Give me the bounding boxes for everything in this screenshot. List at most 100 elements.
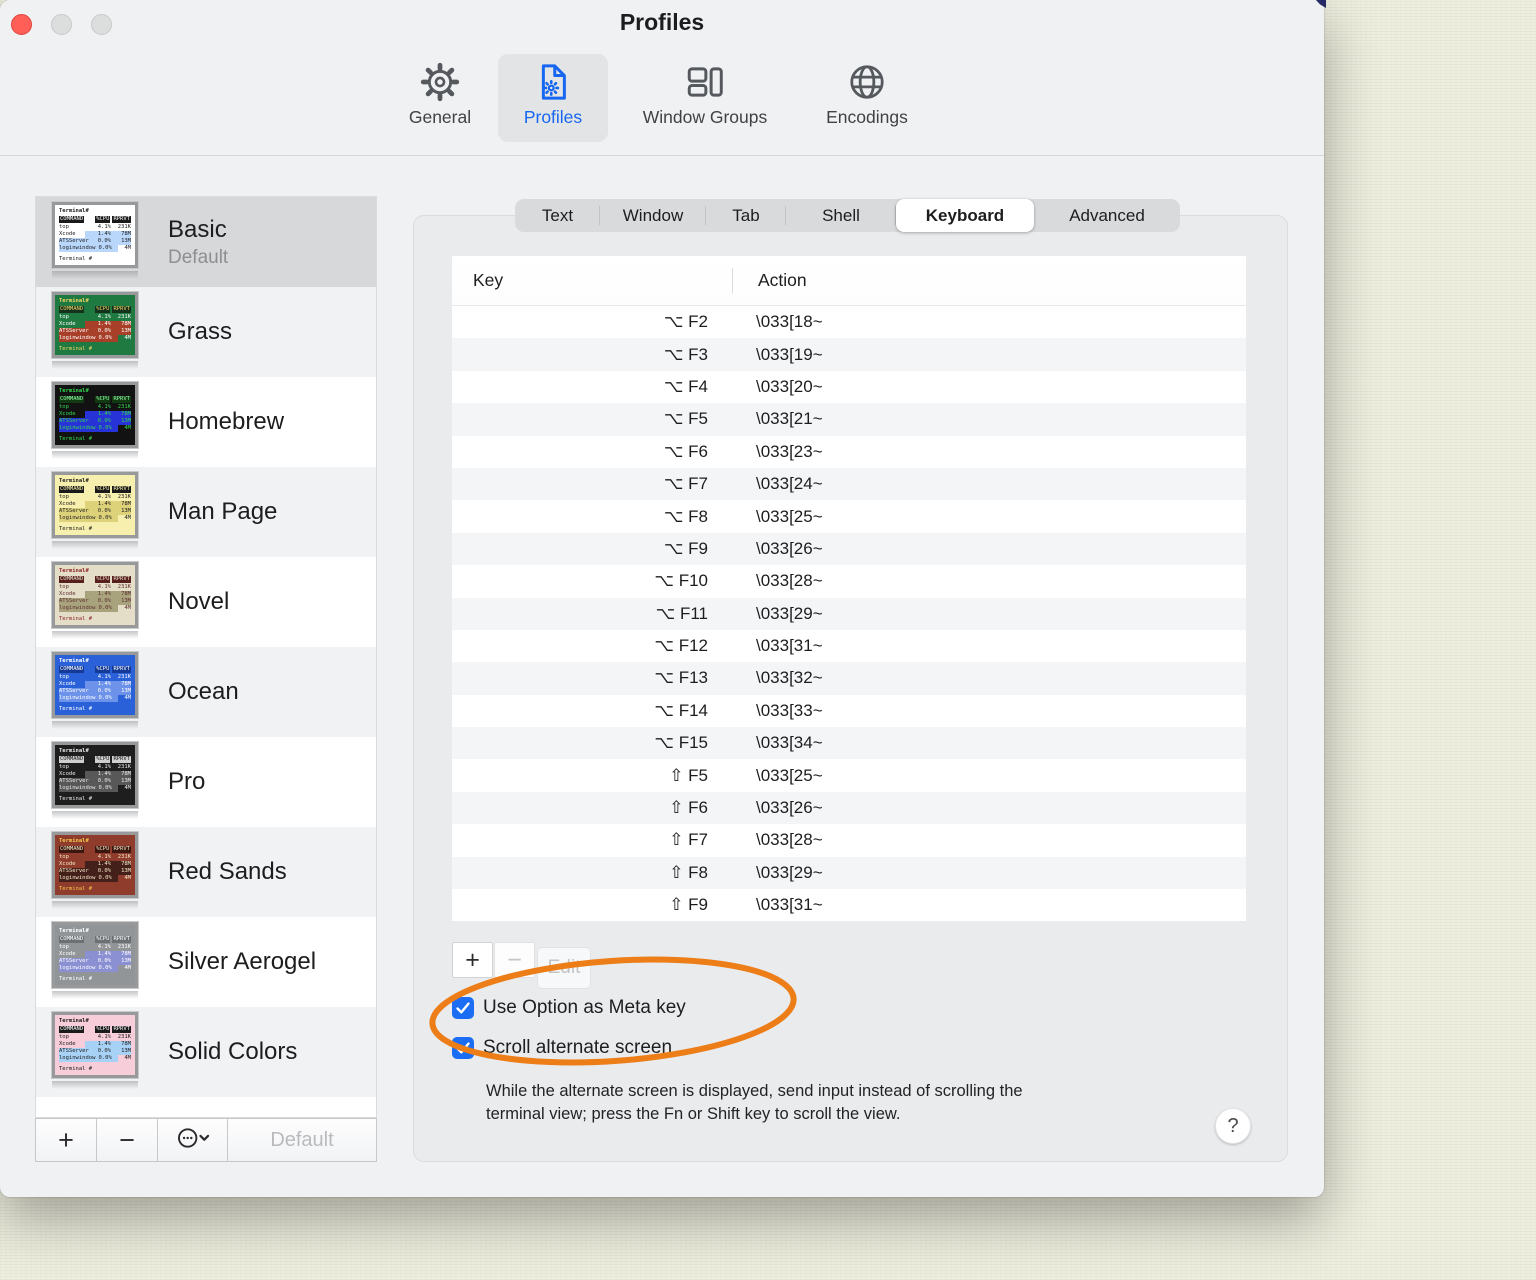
- keyboard-mapping-row[interactable]: ⌥ F11 \033[29~: [452, 597, 1246, 630]
- profile-row-pro[interactable]: Terminal# COMMAND %CPU RPRVT top 4.1% 231K Xcod…: [36, 737, 376, 827]
- profile-row-homebrew[interactable]: Terminal# COMMAND %CPU RPRVT top 4.1% 231K Xcod…: [36, 377, 376, 467]
- keyboard-mapping-row[interactable]: ⌥ F14 \033[33~: [452, 695, 1246, 727]
- key-cell: ⌥ F4: [663, 376, 708, 396]
- checkbox-label: Scroll alternate screen: [483, 1037, 673, 1058]
- key-cell: ⇧ F6: [669, 798, 708, 818]
- action-cell: \033[29~: [756, 862, 823, 882]
- remove-profile-button[interactable]: −: [97, 1119, 158, 1161]
- action-cell: \033[24~: [756, 474, 823, 494]
- preferences-window: Profiles General Profiles Window Groups Enc…: [0, 0, 1324, 1197]
- keyboard-mapping-row[interactable]: ⇧ F5 \033[25~: [452, 759, 1246, 791]
- keyboard-mapping-row[interactable]: ⌥ F8 \033[25~: [452, 500, 1246, 532]
- profile-row-basic[interactable]: Terminal# COMMAND %CPU RPRVT top 4.1% 231K Xcod…: [36, 197, 376, 287]
- toolbar-item-label: General: [408, 107, 472, 127]
- profile-name: Ocean: [168, 678, 239, 705]
- keyboard-mapping-row[interactable]: ⌥ F9 \033[26~: [452, 532, 1246, 566]
- keyboard-mapping-row[interactable]: ⌥ F15 \033[34~: [452, 727, 1246, 760]
- profile-name: Homebrew: [168, 408, 285, 435]
- keyboard-mapping-row[interactable]: ⌥ F13 \033[32~: [452, 662, 1246, 695]
- action-cell: \033[29~: [756, 603, 823, 623]
- key-cell: ⌥ F11: [655, 603, 708, 623]
- keyboard-mapping-row[interactable]: ⇧ F9 \033[31~: [452, 889, 1246, 921]
- tab-text[interactable]: Text: [515, 199, 600, 232]
- tab-tab[interactable]: Tab: [706, 199, 786, 232]
- thumbnail-reflection: [52, 451, 138, 459]
- action-cell: \033[25~: [756, 506, 823, 526]
- keyboard-mapping-row[interactable]: ⇧ F6 \033[26~: [452, 791, 1246, 825]
- scroll-alternate-screen-help-text: While the alternate screen is displayed,…: [486, 1082, 1023, 1123]
- add-profile-button[interactable]: +: [36, 1119, 97, 1161]
- thumbnail-reflection: [52, 811, 138, 819]
- keyboard-mapping-row[interactable]: ⌥ F6 \033[23~: [452, 436, 1246, 468]
- profile-thumbnail: Terminal# COMMAND %CPU RPRVT top 4.1% 231K Xcod…: [51, 291, 140, 372]
- action-cell: \033[31~: [756, 636, 823, 656]
- tab-shell[interactable]: Shell: [786, 199, 896, 232]
- window-groups-icon: [684, 58, 726, 106]
- action-cell: \033[26~: [756, 798, 823, 818]
- tab-bar: Text Window Tab Shell Keyboard Advanced: [515, 199, 1180, 232]
- key-cell: ⌥ F7: [663, 474, 708, 494]
- checkbox-checked-icon: [452, 1037, 474, 1059]
- keyboard-mapping-row[interactable]: ⌥ F7 \033[24~: [452, 467, 1246, 501]
- profile-row-silver-aerogel[interactable]: Terminal# COMMAND %CPU RPRVT top 4.1% 231K Xcod…: [36, 917, 376, 1007]
- toolbar-item-general[interactable]: General: [390, 54, 490, 142]
- checkbox-label: Use Option as Meta key: [483, 997, 686, 1018]
- profile-row-man-page[interactable]: Terminal# COMMAND %CPU RPRVT top 4.1% 231K Xcod…: [36, 467, 376, 557]
- key-cell: ⌥ F10: [654, 571, 708, 591]
- profile-list-footer: + − Default: [35, 1118, 377, 1162]
- key-cell: ⌥ F12: [654, 636, 708, 656]
- thumbnail-reflection: [52, 361, 138, 369]
- keyboard-shortcut-table: Key Action ⌥ F2 \033[18~ ⌥ F3 \033[19~ ⌥ F4 \…: [452, 256, 1246, 922]
- checkbox-use-option-as-meta-key[interactable]: Use Option as Meta key: [452, 997, 686, 1019]
- action-cell: \033[20~: [756, 376, 823, 396]
- tab-keyboard[interactable]: Keyboard: [896, 199, 1034, 232]
- key-cell: ⇧ F7: [669, 830, 708, 850]
- edit-key-button[interactable]: Edit: [537, 947, 591, 989]
- profile-thumbnail-terminal: Terminal# COMMAND %CPU RPRVT top 4.1% 231K Xcod…: [55, 565, 135, 625]
- titlebar: Profiles General Profiles Window Groups Enc…: [0, 0, 1324, 156]
- table-body: ⌥ F2 \033[18~ ⌥ F3 \033[19~ ⌥ F4 \033[20~ ⌥ F5…: [452, 306, 1246, 921]
- profile-row-ocean[interactable]: Terminal# COMMAND %CPU RPRVT top 4.1% 231K Xcod…: [36, 647, 376, 737]
- toolbar-item-profiles[interactable]: Profiles: [498, 54, 608, 142]
- action-cell: \033[23~: [756, 441, 823, 461]
- keyboard-mapping-row[interactable]: ⌥ F4 \033[20~: [452, 371, 1246, 403]
- profile-name: Red Sands: [168, 858, 287, 885]
- profile-thumbnail-terminal: Terminal# COMMAND %CPU RPRVT top 4.1% 231K Xcod…: [55, 475, 135, 535]
- default-button[interactable]: Default: [228, 1119, 376, 1161]
- profile-row-grass[interactable]: Terminal# COMMAND %CPU RPRVT top 4.1% 231K Xcod…: [36, 287, 376, 377]
- key-cell: ⌥ F5: [663, 409, 708, 429]
- profile-thumbnail-terminal: Terminal# COMMAND %CPU RPRVT top 4.1% 231K Xcod…: [55, 655, 135, 715]
- profile-thumbnail: Terminal# COMMAND %CPU RPRVT top 4.1% 231K Xcod…: [51, 471, 140, 552]
- toolbar-item-encodings[interactable]: Encodings: [808, 54, 926, 142]
- profile-thumbnail-terminal: Terminal# COMMAND %CPU RPRVT top 4.1% 231K Xcod…: [55, 925, 135, 985]
- more-options-button[interactable]: [158, 1119, 228, 1161]
- keyboard-mapping-row[interactable]: ⌥ F10 \033[28~: [452, 565, 1246, 597]
- keyboard-mapping-row[interactable]: ⇧ F7 \033[28~: [452, 824, 1246, 856]
- toolbar-item-label: Window Groups: [642, 107, 768, 127]
- profile-row-red-sands[interactable]: Terminal# COMMAND %CPU RPRVT top 4.1% 231K Xcod…: [36, 827, 376, 917]
- toolbar-item-window-groups[interactable]: Window Groups: [620, 54, 790, 142]
- checkbox-scroll-alternate-screen[interactable]: Scroll alternate screen: [452, 1037, 672, 1059]
- profile-thumbnail: Terminal# COMMAND %CPU RPRVT top 4.1% 231K Xcod…: [51, 1011, 140, 1092]
- keyboard-mapping-row[interactable]: ⌥ F12 \033[31~: [452, 630, 1246, 662]
- add-key-button[interactable]: +: [452, 942, 493, 978]
- keyboard-mapping-row[interactable]: ⌥ F5 \033[21~: [452, 403, 1246, 436]
- remove-key-button[interactable]: −: [494, 942, 535, 978]
- action-cell: \033[18~: [756, 312, 823, 332]
- tab-advanced[interactable]: Advanced: [1034, 199, 1180, 232]
- profile-row-solid-colors[interactable]: Terminal# COMMAND %CPU RPRVT top 4.1% 231K Xcod…: [36, 1007, 376, 1097]
- profile-document-icon: [532, 58, 574, 106]
- more-options-icon: [176, 1126, 210, 1155]
- profile-thumbnail-terminal: Terminal# COMMAND %CPU RPRVT top 4.1% 231K Xcod…: [55, 385, 135, 445]
- profile-row-novel[interactable]: Terminal# COMMAND %CPU RPRVT top 4.1% 231K Xcod…: [36, 557, 376, 647]
- profile-thumbnail-terminal: Terminal# COMMAND %CPU RPRVT top 4.1% 231K Xcod…: [55, 1015, 135, 1075]
- window-title: Profiles: [619, 9, 705, 35]
- tab-window[interactable]: Window: [600, 199, 706, 232]
- key-cell: ⌥ F3: [663, 344, 708, 364]
- column-divider[interactable]: [732, 268, 733, 294]
- keyboard-mapping-row[interactable]: ⇧ F8 \033[29~: [452, 856, 1246, 890]
- action-cell: \033[28~: [756, 571, 823, 591]
- keyboard-mapping-row[interactable]: ⌥ F2 \033[18~: [452, 306, 1246, 338]
- help-button[interactable]: ?: [1215, 1108, 1251, 1144]
- keyboard-mapping-row[interactable]: ⌥ F3 \033[19~: [452, 338, 1246, 371]
